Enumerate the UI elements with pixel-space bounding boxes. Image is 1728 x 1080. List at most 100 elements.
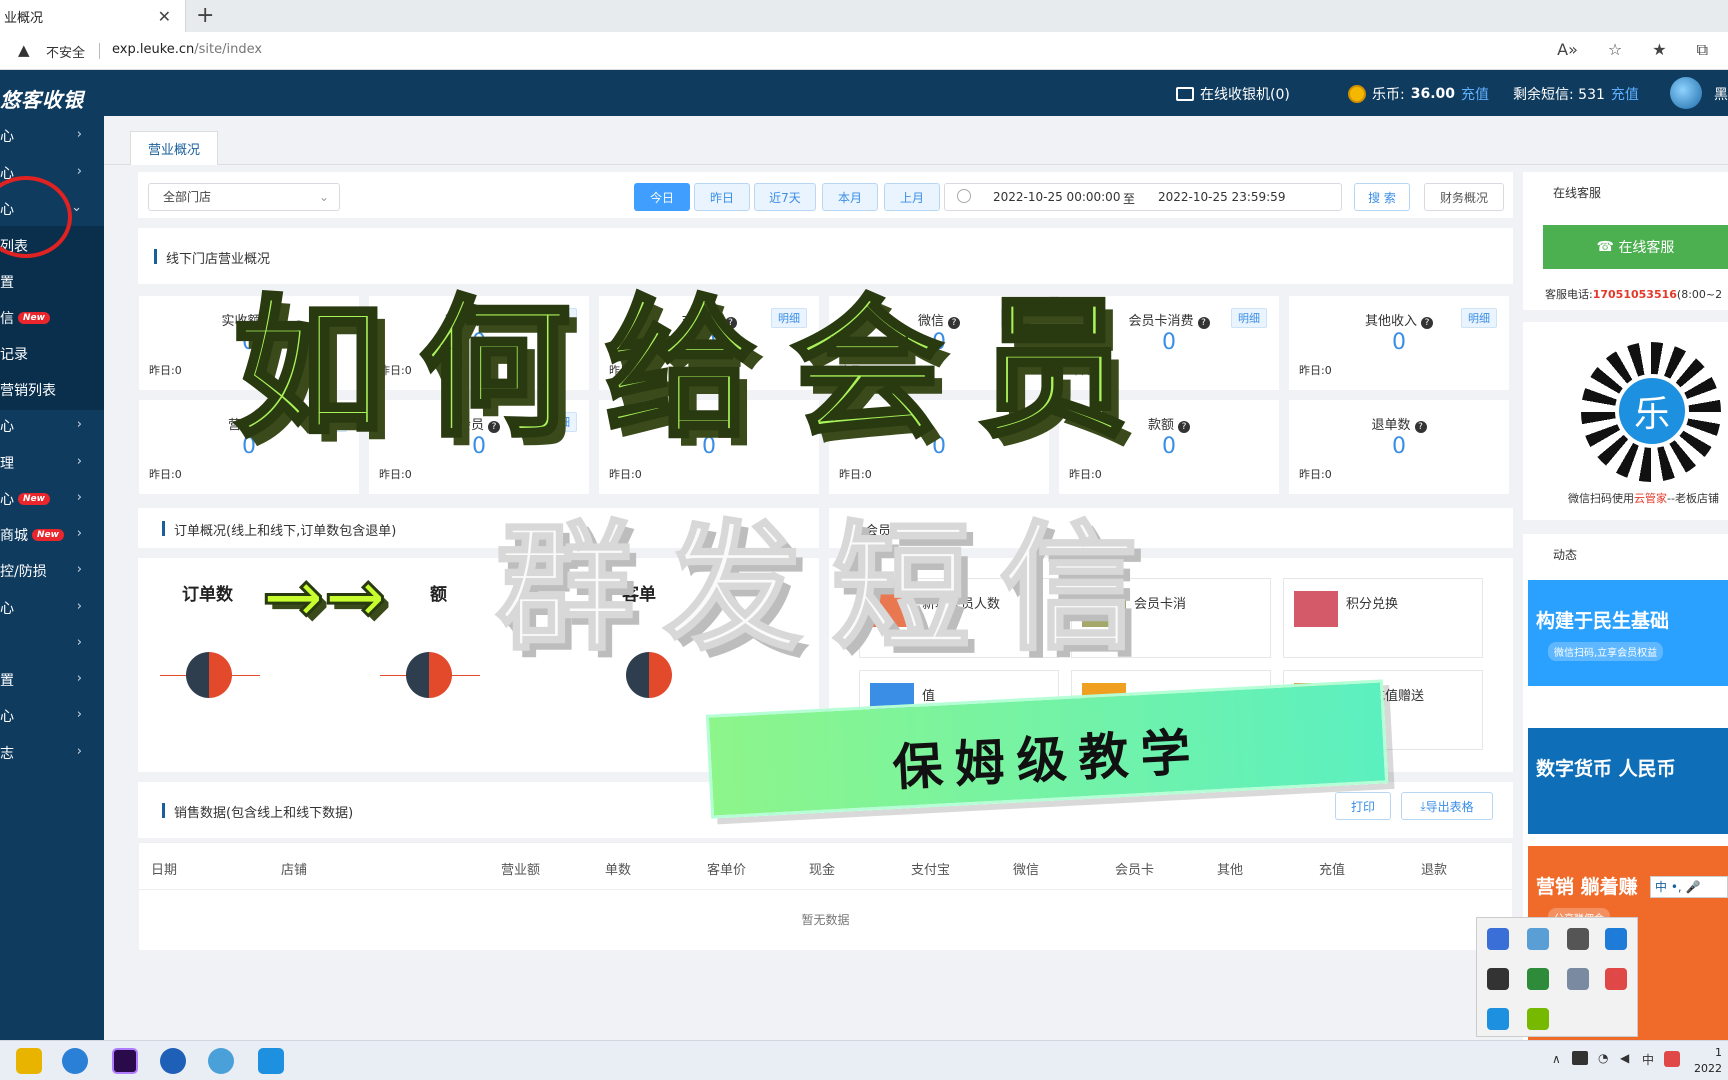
nvidia-icon[interactable]: [1527, 1008, 1549, 1030]
sidebar-item[interactable]: 心 New ›: [0, 479, 104, 519]
ime-toolbar[interactable]: 中 •, 🎤: [1650, 876, 1728, 898]
new-tab-icon[interactable]: +: [196, 3, 214, 28]
sync-icon[interactable]: [1605, 968, 1627, 990]
sidebar-item[interactable]: 信 New: [0, 298, 104, 338]
table-header-cell[interactable]: 现金: [809, 859, 835, 878]
detail-button[interactable]: 明细: [1461, 308, 1497, 328]
ime-icon[interactable]: 中: [1642, 1051, 1654, 1068]
app-header: 悠客收银 在线收银机(0) 乐币: 36.00 充值 剩余短信: 531 充值 黑: [0, 70, 1728, 116]
sidebar-item-label: 控/防损: [0, 564, 47, 580]
print-button[interactable]: 打印: [1335, 792, 1391, 820]
sidebar-item[interactable]: 心 ›: [0, 588, 104, 628]
url-text[interactable]: exp.leuke.cn/site/index: [112, 42, 262, 57]
news-banner[interactable]: 数字货币 人民币: [1528, 728, 1728, 834]
edge-browser-icon[interactable]: [62, 1048, 88, 1074]
taskbar-clock[interactable]: 1 2022: [1694, 1045, 1722, 1077]
help-icon[interactable]: ?: [1178, 421, 1190, 433]
defender-icon[interactable]: [1527, 968, 1549, 990]
leuke-app-icon[interactable]: [258, 1048, 284, 1074]
table-header-cell[interactable]: 单数: [605, 859, 631, 878]
table-header-cell[interactable]: 会员卡: [1115, 859, 1154, 878]
printer-icon[interactable]: [1567, 968, 1589, 990]
cloud-app-icon[interactable]: [208, 1048, 234, 1074]
chevron-right-icon: ›: [76, 671, 82, 686]
date-quick-button[interactable]: 昨日: [694, 183, 750, 211]
sidebar-item[interactable]: 心 ›: [0, 406, 104, 446]
table-header-cell[interactable]: 退款: [1421, 859, 1447, 878]
wifi-icon[interactable]: ◔: [1598, 1051, 1608, 1065]
media-icon[interactable]: [1487, 968, 1509, 990]
news-banner[interactable]: 构建于民生基础 微信扫码,立享会员权益: [1528, 580, 1728, 686]
battery-icon[interactable]: [1572, 1051, 1588, 1065]
online-cashier[interactable]: 在线收银机(0): [1176, 84, 1290, 104]
table-header-cell[interactable]: 营业额: [501, 859, 540, 878]
feather-app-icon[interactable]: [160, 1048, 186, 1074]
network-app-icon[interactable]: [1527, 928, 1549, 950]
avatar[interactable]: [1670, 77, 1702, 109]
chevron-down-icon: ⌄: [318, 190, 329, 204]
sms-recharge-link[interactable]: 充值: [1611, 84, 1639, 104]
help-icon[interactable]: ?: [1414, 421, 1427, 433]
clock-time: 1: [1715, 1046, 1722, 1059]
sidebar-item[interactable]: 心 ›: [0, 116, 104, 156]
coin-recharge-link[interactable]: 充值: [1461, 84, 1489, 104]
sidebar-item[interactable]: 商城 New ›: [0, 515, 104, 555]
security-shield-icon[interactable]: [1487, 928, 1509, 950]
read-aloud-icon[interactable]: A»: [1557, 40, 1578, 60]
address-bar[interactable]: ▲ 不安全 exp.leuke.cn/site/index A» ☆ ★ ⧉: [0, 32, 1728, 70]
table-header-cell[interactable]: 微信: [1013, 859, 1039, 878]
sidebar-item[interactable]: 记录: [0, 334, 104, 374]
table-header-cell[interactable]: 店铺: [281, 859, 307, 878]
sidebar-item[interactable]: 置 ›: [0, 660, 104, 700]
table-header-cell[interactable]: 客单价: [707, 859, 746, 878]
sogou-icon[interactable]: [1664, 1051, 1680, 1067]
leuke-tray-icon[interactable]: [1487, 1008, 1509, 1030]
app-lion-icon[interactable]: [16, 1048, 42, 1074]
export-button[interactable]: ⤓ 导出表格: [1401, 792, 1493, 820]
volume-icon[interactable]: ◀: [1620, 1051, 1629, 1065]
sidebar-item[interactable]: 志 ›: [0, 733, 104, 773]
favorites-icon[interactable]: ★: [1652, 40, 1666, 60]
sidebar-item-label: 记录: [0, 347, 28, 363]
date-quick-button[interactable]: 上月: [884, 183, 940, 211]
date-to-label: 至: [1123, 192, 1136, 206]
date-quick-button[interactable]: 本月: [822, 183, 878, 211]
bluetooth-icon[interactable]: [1605, 928, 1627, 950]
search-button[interactable]: 搜 索: [1354, 183, 1410, 211]
sidebar-item[interactable]: 控/防损 ›: [0, 551, 104, 591]
sidebar-item-label: 置: [0, 275, 14, 291]
date-range-picker[interactable]: 2022-10-25 00:00:00 至 2022-10-25 23:59:5…: [944, 183, 1342, 211]
chevron-right-icon: ›: [76, 744, 82, 759]
sidebar-item-label: 商城: [0, 528, 28, 544]
collections-icon[interactable]: ⧉: [1697, 40, 1708, 60]
user-name[interactable]: 黑: [1714, 84, 1728, 104]
detail-button[interactable]: 明细: [1231, 308, 1267, 328]
sidebar-item[interactable]: 置: [0, 262, 104, 302]
add-favorite-icon[interactable]: ☆: [1608, 40, 1622, 60]
tray-chevron-icon[interactable]: ∧: [1552, 1052, 1561, 1066]
table-header-cell[interactable]: 日期: [151, 859, 177, 878]
tab-business-overview[interactable]: 营业概况: [130, 131, 218, 165]
store-select-value: 全部门店: [163, 190, 212, 204]
date-quick-button[interactable]: 近7天: [754, 183, 816, 211]
chevron-right-icon: ›: [76, 599, 82, 614]
close-tab-icon[interactable]: ✕: [158, 7, 171, 26]
chevron-right-icon: ›: [76, 635, 82, 650]
sidebar-item[interactable]: ›: [0, 624, 104, 664]
finance-overview-button[interactable]: 财务概况: [1424, 183, 1504, 211]
sidebar-item[interactable]: 心 ›: [0, 696, 104, 736]
sidebar-item[interactable]: 理 ›: [0, 443, 104, 483]
sidebar-item[interactable]: 营销列表: [0, 370, 104, 410]
help-icon[interactable]: ?: [1197, 317, 1210, 329]
help-icon[interactable]: ?: [1421, 317, 1433, 329]
premiere-icon[interactable]: [112, 1048, 138, 1074]
date-quick-button[interactable]: 今日: [634, 183, 690, 211]
browser-tab[interactable]: 业概况 ✕: [0, 0, 186, 32]
display-icon[interactable]: [1567, 928, 1589, 950]
online-service-button[interactable]: ☎ 在线客服: [1543, 225, 1728, 269]
store-select[interactable]: 全部门店 ⌄: [148, 183, 340, 211]
table-header-cell[interactable]: 其他: [1217, 859, 1243, 878]
table-header-cell[interactable]: 充值: [1319, 859, 1345, 878]
table-header-cell[interactable]: 支付宝: [911, 859, 950, 878]
online-service-label: 在线客服: [1618, 240, 1675, 256]
